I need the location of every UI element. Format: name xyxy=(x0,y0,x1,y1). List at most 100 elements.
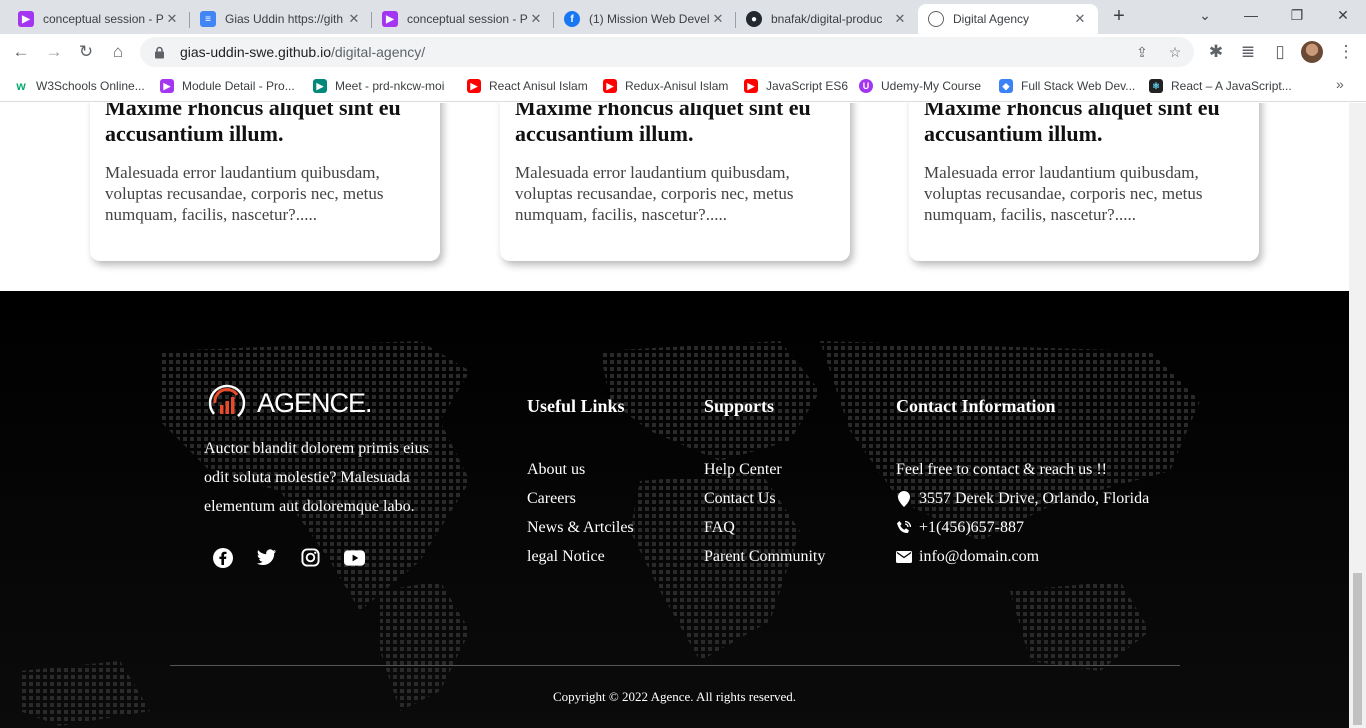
reload-button[interactable]: ↻ xyxy=(74,40,98,64)
youtube-icon: ▶ xyxy=(467,79,481,93)
avatar[interactable] xyxy=(1301,41,1323,63)
footer-about-text: Auctor blandit dolorem primis eius odit … xyxy=(204,440,429,515)
lock-icon xyxy=(152,45,166,59)
facebook-icon[interactable] xyxy=(212,547,233,568)
bookmark-item[interactable]: w W3Schools Online... xyxy=(14,77,145,95)
back-button[interactable]: ← xyxy=(9,40,33,64)
browser-tab[interactable]: ▶ conceptual session - P ✕ xyxy=(372,4,554,34)
menu-icon[interactable]: ⋮ xyxy=(1334,40,1358,64)
card-text: Malesuada error laudantium quibusdam, vo… xyxy=(515,163,794,224)
address-text: 3557 Derek Drive, Orlando, Florida xyxy=(919,490,1150,507)
react-icon: ⚛ xyxy=(1149,79,1163,93)
twitter-icon[interactable] xyxy=(256,547,277,568)
scrollbar-thumb[interactable] xyxy=(1353,573,1362,725)
supports-heading: Supports xyxy=(704,396,775,416)
browser-tab[interactable]: ▶ conceptual session - P ✕ xyxy=(8,4,190,34)
contact-address: 3557 Derek Drive, Orlando, Florida xyxy=(896,484,1149,513)
close-icon[interactable]: ✕ xyxy=(1072,11,1088,27)
media-icon[interactable]: ≣ xyxy=(1236,40,1260,64)
side-panel-icon[interactable]: ▯ xyxy=(1268,40,1292,64)
instagram-icon[interactable] xyxy=(300,547,321,568)
footer-link-faq[interactable]: FAQ xyxy=(704,513,825,542)
bookmark-item[interactable]: ▶ React Anisul Islam xyxy=(467,77,588,95)
bookmark-item[interactable]: ▶ JavaScript ES6 xyxy=(744,77,848,95)
footer-link-news[interactable]: News & Artciles xyxy=(527,513,634,542)
browser-toolbar: ← → ↻ ⌂ gias-uddin-swe.github.io/digital… xyxy=(0,34,1366,70)
contact-phone[interactable]: +1(456)657-887 xyxy=(896,513,1149,542)
udemy-icon: U xyxy=(859,79,873,93)
social-links xyxy=(212,547,365,568)
footer-link-contact-us[interactable]: Contact Us xyxy=(704,484,825,513)
docs-icon: ≡ xyxy=(200,11,216,27)
bookmark-item[interactable]: ▶ Module Detail - Pro... xyxy=(160,77,295,95)
blog-card[interactable]: Maxime rhoncus aliquet sint eu accusanti… xyxy=(500,103,850,261)
browser-tab[interactable]: ≡ Gias Uddin https://gith ✕ xyxy=(190,4,372,34)
contact-email[interactable]: info@domain.com xyxy=(896,542,1149,571)
browser-tab[interactable]: f (1) Mission Web Devel ✕ xyxy=(554,4,736,34)
agency-logo-icon xyxy=(208,384,246,422)
blog-cards-section: Maxime rhoncus aliquet sint eu accusanti… xyxy=(0,103,1349,291)
bookmark-item[interactable]: ▶ Meet - prd-nkcw-moi xyxy=(313,77,444,95)
contact-column: Contact Information Feel free to contact… xyxy=(896,396,1149,571)
close-icon[interactable]: ✕ xyxy=(346,11,362,27)
bookmark-label: Redux-Anisul Islam xyxy=(625,79,729,93)
address-bar[interactable]: gias-uddin-swe.github.io/digital-agency/… xyxy=(140,37,1194,67)
bookmark-label: Udemy-My Course xyxy=(881,79,982,93)
close-icon[interactable]: ✕ xyxy=(710,11,726,27)
card-title[interactable]: Maxime rhoncus aliquet sint eu accusanti… xyxy=(105,103,425,147)
bookmark-label: React Anisul Islam xyxy=(489,79,588,93)
card-title[interactable]: Maxime rhoncus aliquet sint eu accusanti… xyxy=(515,103,835,147)
forward-button[interactable]: → xyxy=(42,40,66,64)
supports-column: Supports Help Center Contact Us FAQ Pare… xyxy=(704,396,825,571)
footer-divider xyxy=(170,665,1180,666)
maximize-button[interactable]: ❐ xyxy=(1274,0,1320,30)
course-icon: ◆ xyxy=(999,79,1013,93)
tab-title: Digital Agency xyxy=(953,12,1030,26)
play-icon: ▶ xyxy=(18,11,34,27)
share-icon[interactable]: ⇪ xyxy=(1134,44,1150,60)
footer-link-about[interactable]: About us xyxy=(527,455,634,484)
useful-links-heading: Useful Links xyxy=(527,396,625,416)
youtube-icon: ▶ xyxy=(603,79,617,93)
bookmark-item[interactable]: ◆ Full Stack Web Dev... xyxy=(999,77,1135,95)
footer-link-legal[interactable]: legal Notice xyxy=(527,542,634,571)
browser-tab-active[interactable]: Digital Agency ✕ xyxy=(918,4,1098,34)
close-icon[interactable]: ✕ xyxy=(164,11,180,27)
new-tab-button[interactable]: + xyxy=(1108,6,1130,28)
github-icon: ● xyxy=(746,11,762,27)
youtube-icon: ▶ xyxy=(744,79,758,93)
url-text: gias-uddin-swe.github.io/digital-agency/ xyxy=(180,44,426,60)
bookmark-label: W3Schools Online... xyxy=(36,79,145,93)
page-scrollbar[interactable] xyxy=(1349,103,1366,728)
bookmark-item[interactable]: ⚛ React – A JavaScript... xyxy=(1149,77,1292,95)
blog-card[interactable]: Maxime rhoncus aliquet sint eu accusanti… xyxy=(90,103,440,261)
more-bookmarks-icon[interactable]: » xyxy=(1336,76,1344,92)
blog-card[interactable]: Maxime rhoncus aliquet sint eu accusanti… xyxy=(909,103,1259,261)
tab-title: conceptual session - P xyxy=(407,12,528,26)
brand-name: AGENCE. xyxy=(257,387,373,418)
phone-text: +1(456)657-887 xyxy=(919,519,1025,536)
star-icon[interactable]: ☆ xyxy=(1167,44,1183,60)
tab-search-icon[interactable]: ⌄ xyxy=(1182,0,1228,30)
card-text: Malesuada error laudantium quibusdam, vo… xyxy=(924,163,1203,224)
footer-link-help-center[interactable]: Help Center xyxy=(704,455,825,484)
footer-link-parent-community[interactable]: Parent Community xyxy=(704,542,825,571)
extensions-icon[interactable]: ✱ xyxy=(1204,40,1228,64)
youtube-icon[interactable] xyxy=(344,547,365,568)
bookmark-item[interactable]: ▶ Redux-Anisul Islam xyxy=(603,77,728,95)
footer-logo[interactable]: AGENCE. xyxy=(207,383,373,423)
close-icon[interactable]: ✕ xyxy=(892,11,908,27)
tab-title: (1) Mission Web Devel xyxy=(589,12,710,26)
bookmark-item[interactable]: U Udemy-My Course xyxy=(859,77,981,95)
map-pin-icon xyxy=(896,490,912,507)
close-window-button[interactable]: ✕ xyxy=(1320,0,1366,30)
minimize-button[interactable]: — xyxy=(1228,0,1274,30)
bookmark-label: React – A JavaScript... xyxy=(1171,79,1292,93)
close-icon[interactable]: ✕ xyxy=(528,11,544,27)
footer-link-careers[interactable]: Careers xyxy=(527,484,634,513)
home-button[interactable]: ⌂ xyxy=(106,40,130,64)
tab-title: Gias Uddin https://gith xyxy=(225,12,344,26)
browser-tab[interactable]: ● bnafak/digital-produc ✕ xyxy=(736,4,918,34)
card-title[interactable]: Maxime rhoncus aliquet sint eu accusanti… xyxy=(924,103,1244,147)
phone-icon xyxy=(896,520,912,536)
